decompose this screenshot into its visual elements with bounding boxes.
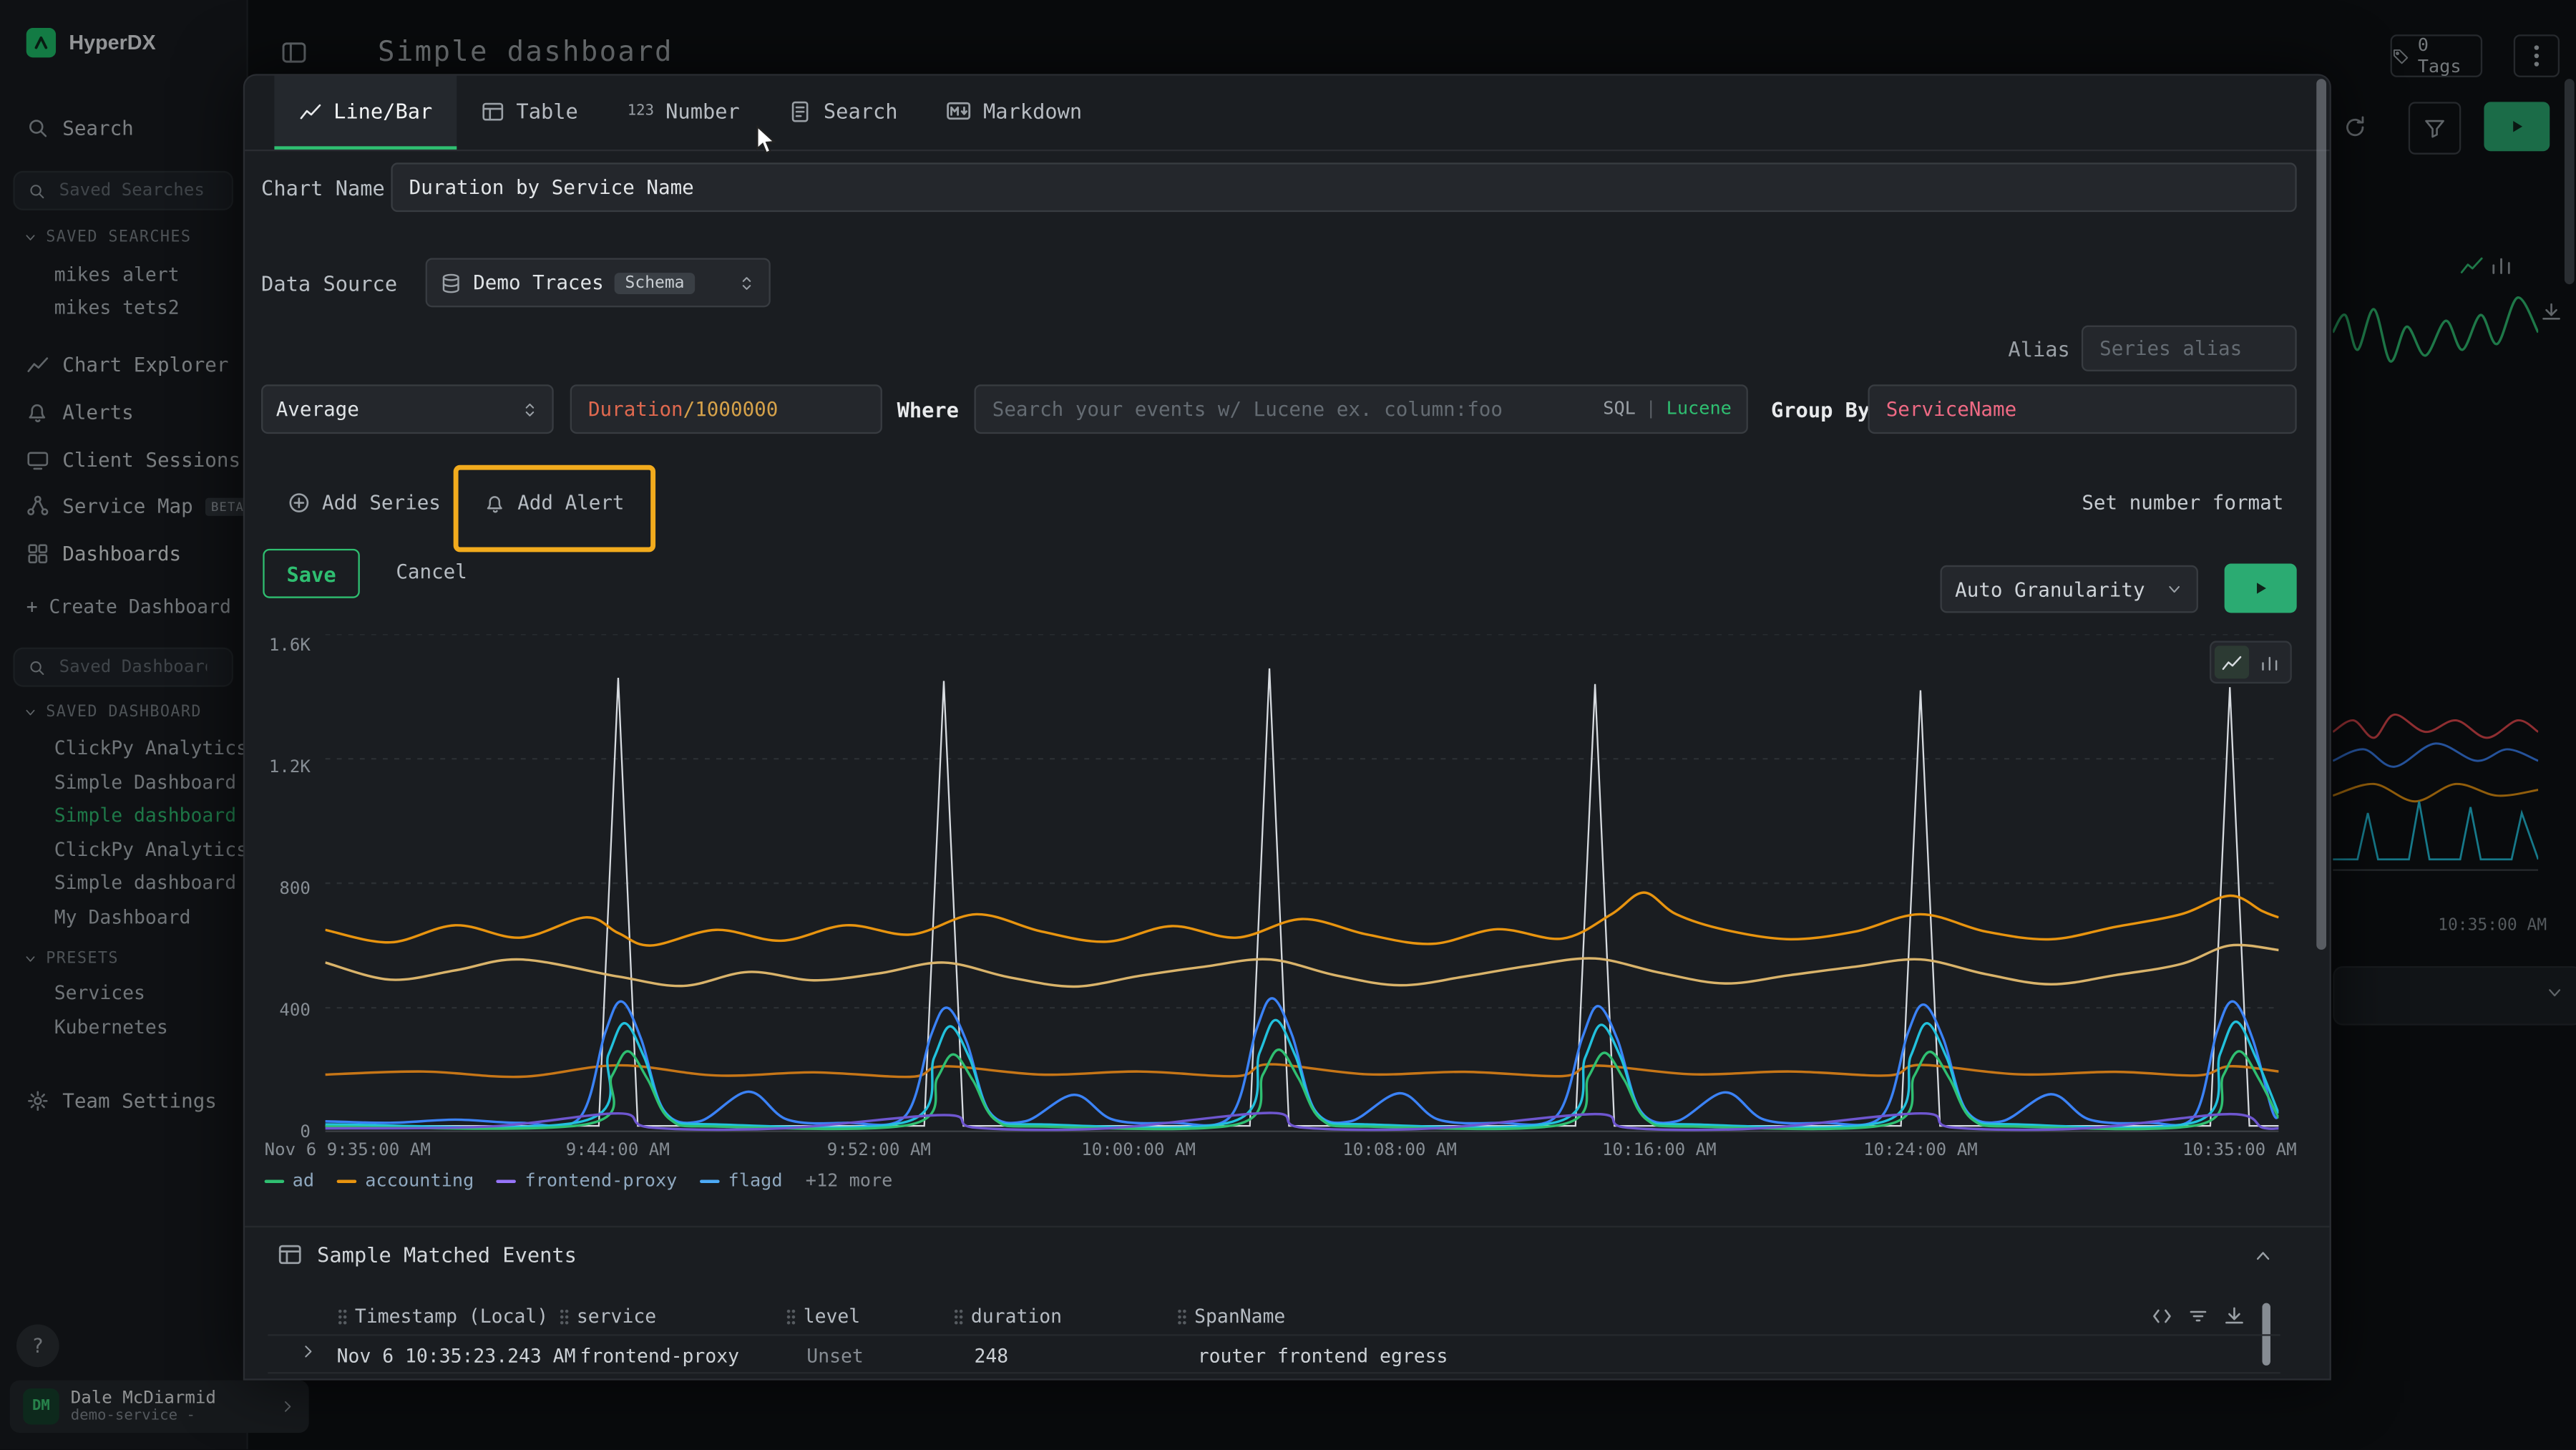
sample-events-header[interactable]: Sample Matched Events [278,1242,577,1267]
tab-line-bar[interactable]: Line/Bar [274,76,457,150]
query-language-toggle[interactable]: SQL | Lucene [1603,398,1732,419]
granularity-select[interactable]: Auto Granularity [1940,565,2197,613]
tab-search[interactable]: Search [764,76,922,150]
legend-dash [497,1179,517,1182]
section-divider [245,1226,2330,1227]
expression-input[interactable]: Duration/1000000 [570,384,882,434]
editor-tabs: Line/Bar Table 123 Number Search Markdow… [245,76,2330,152]
col-header-duration[interactable]: duration [953,1305,1062,1328]
col-header-service[interactable]: service [559,1305,657,1328]
lucene-toggle[interactable]: Lucene [1667,398,1732,419]
document-list-icon [789,99,812,122]
x-tick: 10:16:00 AM [1602,1140,1717,1160]
x-tick: 10:35:00 AM [2182,1140,2297,1160]
cell-duration: 248 [974,1344,1008,1367]
aggregation-select[interactable]: Average [261,384,554,434]
modal-scrollbar-thumb[interactable] [2316,79,2326,950]
drag-handle-icon [1176,1307,1188,1325]
row-divider [268,1372,2280,1373]
legend-item-0[interactable]: ad [265,1170,314,1192]
data-source-value: Demo Traces [473,271,603,294]
y-tick: 400 [245,1001,311,1021]
app-root: HyperDX Search SAVED SEARCHES mikes aler… [0,0,2576,1449]
cell-timestamp: Nov 6 10:35:23.243 AM [337,1344,576,1367]
duration-chart[interactable] [326,634,2279,1132]
col-header-level[interactable]: level [785,1305,860,1328]
chart-name-input[interactable] [391,162,2296,212]
add-series-button[interactable]: Add Series [274,480,454,525]
plus-circle-icon [288,491,311,514]
tab-markdown[interactable]: Markdown [922,76,1107,150]
alias-input[interactable] [2082,326,2297,371]
where-search-wrap: SQL | Lucene [974,384,1747,434]
x-tick: 10:08:00 AM [1342,1140,1457,1160]
database-icon [440,272,462,293]
cancel-button[interactable]: Cancel [383,549,480,595]
data-source-select[interactable]: Demo Traces Schema [426,258,771,307]
number-123-icon: 123 [628,102,654,119]
code-icon[interactable] [2150,1305,2173,1328]
chevron-down-icon [2165,580,2183,598]
row-divider [268,1334,2280,1335]
col-header-spanname[interactable]: SpanName [1176,1305,1285,1328]
select-updown-icon [521,399,539,420]
chart-name-label: Chart Name [261,176,385,200]
set-number-format-button[interactable]: Set number format [2069,480,2297,525]
legend-more[interactable]: +12 more [806,1170,893,1192]
tab-table[interactable]: Table [457,76,603,150]
data-source-label: Data Source [261,271,397,296]
table-icon [482,99,504,122]
x-tick: 10:00:00 AM [1081,1140,1196,1160]
download-icon[interactable] [2223,1305,2245,1328]
legend-item-3[interactable]: flagd [701,1170,783,1192]
collapse-section-icon[interactable] [2253,1245,2274,1267]
legend-item-2[interactable]: frontend-proxy [497,1170,677,1192]
expand-row-icon[interactable] [299,1343,317,1361]
line-chart-icon [299,99,322,122]
drag-handle-icon [337,1307,348,1325]
legend-dash [337,1179,357,1182]
group-by-input[interactable] [1868,384,2296,434]
y-tick: 0 [245,1122,311,1142]
x-tick: 9:52:00 AM [827,1140,931,1160]
drag-handle-icon [785,1307,796,1325]
expression-field: Duration [588,398,683,421]
table-icon [278,1242,302,1267]
alias-label: Alias [2008,337,2069,361]
markdown-icon [947,99,971,123]
schema-badge: Schema [615,272,694,293]
group-by-label: Group By [1771,398,1870,422]
bell-icon [484,492,506,514]
x-tick: 10:24:00 AM [1863,1140,1978,1160]
select-updown-icon [738,272,756,293]
drag-handle-icon [953,1307,965,1325]
filter-lines-icon[interactable] [2187,1305,2210,1328]
where-label: Where [897,398,959,422]
y-tick: 1.6K [245,636,311,656]
legend-dash [701,1179,721,1182]
cell-service: frontend-proxy [580,1344,739,1367]
legend-dash [265,1179,285,1182]
play-icon [2250,578,2270,598]
add-alert-button[interactable]: Add Alert [472,480,638,525]
run-chart-button[interactable] [2225,563,2297,613]
cell-spanname: router frontend egress [1198,1344,1448,1367]
x-tick: Nov 6 9:35:00 AM [265,1140,431,1160]
legend-item-1[interactable]: accounting [337,1170,474,1192]
expression-suffix: /1000000 [683,398,779,421]
cell-level: Unset [806,1344,863,1367]
chart-legend: ad accounting frontend-proxy flagd +12 m… [265,1170,893,1192]
y-tick: 800 [245,879,311,899]
y-tick: 1.2K [245,757,311,777]
sql-toggle[interactable]: SQL [1603,398,1636,419]
tab-number[interactable]: 123 Number [602,76,764,150]
chart-editor-modal: Line/Bar Table 123 Number Search Markdow… [243,74,2331,1380]
save-button[interactable]: Save [263,549,359,598]
col-header-timestamp[interactable]: Timestamp (Local) [337,1305,548,1328]
drag-handle-icon [559,1307,570,1325]
x-tick: 9:44:00 AM [566,1140,670,1160]
